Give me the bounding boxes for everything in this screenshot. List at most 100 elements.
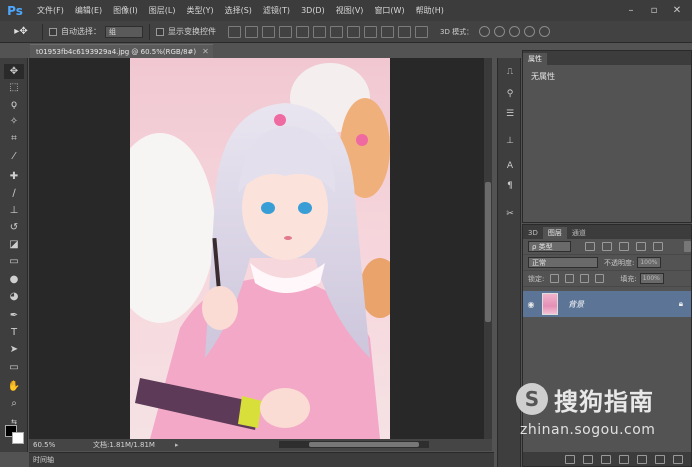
magic-wand-tool-icon[interactable]: ✧: [4, 114, 24, 129]
zoom-level[interactable]: 60.5%: [33, 441, 63, 449]
menu-help[interactable]: 帮助(H): [416, 5, 444, 16]
menu-select[interactable]: 选择(S): [225, 5, 252, 16]
type-filter-icon[interactable]: [619, 242, 630, 251]
adjustment-filter-icon[interactable]: [602, 242, 613, 251]
3d-roll-icon[interactable]: [494, 26, 506, 37]
gradient-tool-icon[interactable]: ▭: [4, 254, 24, 269]
brush-presets-icon[interactable]: ⊥: [503, 135, 517, 147]
eye-icon[interactable]: ◉: [523, 300, 539, 309]
new-group-icon[interactable]: [637, 454, 647, 464]
tool-presets-icon[interactable]: ✂: [503, 208, 517, 220]
horizontal-scrollbar[interactable]: [279, 441, 429, 448]
menu-image[interactable]: 图像(I): [113, 5, 138, 16]
canvas-area[interactable]: [29, 58, 491, 439]
history-brush-tool-icon[interactable]: ↺: [4, 220, 24, 235]
tab-layers[interactable]: 图层: [542, 227, 567, 239]
distribute-bottom-icon[interactable]: [364, 25, 377, 38]
clone-stamp-tool-icon[interactable]: ⊥: [4, 203, 24, 218]
menu-window[interactable]: 窗口(W): [374, 5, 404, 16]
blur-tool-icon[interactable]: ●: [4, 272, 24, 287]
close-document-icon[interactable]: ✕: [202, 47, 209, 56]
3d-rotate-icon[interactable]: [479, 26, 491, 37]
3d-scale-icon[interactable]: [539, 26, 551, 37]
show-transform-checkbox[interactable]: [156, 27, 164, 36]
dodge-tool-icon[interactable]: ◕: [4, 289, 24, 304]
vertical-scrollbar[interactable]: [484, 58, 492, 439]
timeline-panel-tab[interactable]: 时间轴: [29, 452, 494, 467]
properties-panel-icon[interactable]: ☰: [503, 108, 517, 120]
3d-slide-icon[interactable]: [524, 26, 536, 37]
hand-tool-icon[interactable]: ✋: [4, 379, 24, 394]
layer-style-icon[interactable]: [583, 454, 593, 464]
history-panel-icon[interactable]: ⎍: [503, 66, 517, 78]
auto-select-dropdown[interactable]: 组: [105, 25, 143, 38]
document-tab[interactable]: t01953fb4c6193929a4.jpg @ 60.5%(RGB/8#) …: [30, 44, 213, 58]
shape-filter-icon[interactable]: [636, 242, 647, 251]
type-tool-icon[interactable]: T: [4, 325, 24, 340]
pen-tool-icon[interactable]: ✒: [4, 308, 24, 323]
distribute-hcenter-icon[interactable]: [398, 25, 411, 38]
eyedropper-tool-icon[interactable]: ⁄: [4, 149, 24, 164]
adjustments-panel-icon[interactable]: ⚲: [503, 88, 517, 100]
distribute-right-icon[interactable]: [415, 25, 428, 38]
tab-channels[interactable]: 通道: [567, 227, 591, 239]
smart-object-filter-icon[interactable]: [653, 242, 664, 251]
3d-pan-icon[interactable]: [509, 26, 521, 37]
eraser-tool-icon[interactable]: ◪: [4, 237, 24, 252]
adjustment-layer-icon[interactable]: [619, 454, 629, 464]
lock-pixels-icon[interactable]: [565, 274, 575, 283]
align-right-icon[interactable]: [313, 25, 326, 38]
add-mask-icon[interactable]: [601, 454, 611, 464]
close-icon[interactable]: ✕: [666, 0, 688, 21]
healing-brush-tool-icon[interactable]: ✚: [4, 169, 24, 184]
crop-tool-icon[interactable]: ⌗: [4, 131, 24, 146]
move-tool-preset-icon[interactable]: ▸✥: [6, 23, 36, 41]
fill-field[interactable]: 100%: [639, 273, 664, 284]
brush-tool-icon[interactable]: ∕: [4, 186, 24, 201]
move-tool-icon[interactable]: ✥: [4, 64, 24, 79]
distribute-left-icon[interactable]: [381, 25, 394, 38]
document-info[interactable]: 文档:1.81M/1.81M: [93, 440, 155, 450]
auto-select-checkbox[interactable]: [49, 27, 57, 36]
distribute-top-icon[interactable]: [330, 25, 343, 38]
menu-3d[interactable]: 3D(D): [301, 6, 325, 15]
blend-mode-dropdown[interactable]: 正常: [528, 257, 598, 268]
align-top-icon[interactable]: [228, 25, 241, 38]
link-layers-icon[interactable]: [565, 454, 575, 464]
align-left-icon[interactable]: [279, 25, 292, 38]
lock-all-icon[interactable]: [595, 274, 605, 283]
align-vcenter-icon[interactable]: [245, 25, 258, 38]
status-arrow-icon[interactable]: ▸: [175, 441, 179, 449]
scroll-thumb[interactable]: [485, 182, 491, 322]
scroll-thumb[interactable]: [309, 442, 419, 447]
path-selection-tool-icon[interactable]: ➤: [4, 342, 24, 357]
distribute-vcenter-icon[interactable]: [347, 25, 360, 38]
lock-position-icon[interactable]: [580, 274, 590, 283]
maximize-icon[interactable]: ▫: [643, 0, 665, 21]
rectangle-tool-icon[interactable]: ▭: [4, 360, 24, 375]
pixel-filter-icon[interactable]: [585, 242, 596, 251]
menu-type[interactable]: 类型(Y): [186, 5, 213, 16]
align-hcenter-icon[interactable]: [296, 25, 309, 38]
background-color-swatch[interactable]: [12, 432, 24, 444]
delete-layer-icon[interactable]: [673, 454, 683, 464]
filter-toggle[interactable]: [684, 241, 691, 252]
character-panel-icon[interactable]: A: [503, 160, 517, 172]
menu-view[interactable]: 视图(V): [336, 5, 364, 16]
lock-transparent-icon[interactable]: [550, 274, 560, 283]
lasso-tool-icon[interactable]: ϙ: [4, 97, 24, 112]
layer-kind-filter[interactable]: ρ 类型: [528, 241, 572, 252]
paragraph-panel-icon[interactable]: ¶: [503, 180, 517, 192]
align-bottom-icon[interactable]: [262, 25, 275, 38]
menu-file[interactable]: 文件(F): [37, 5, 64, 16]
opacity-field[interactable]: 100%: [637, 257, 662, 268]
tab-3d[interactable]: 3D: [523, 227, 543, 239]
menu-layer[interactable]: 图层(L): [149, 5, 176, 16]
tab-properties[interactable]: 属性: [523, 53, 547, 65]
minimize-icon[interactable]: –: [620, 0, 642, 21]
menu-edit[interactable]: 编辑(E): [75, 5, 102, 16]
menu-filter[interactable]: 滤镜(T): [263, 5, 290, 16]
new-layer-icon[interactable]: [655, 454, 665, 464]
layer-row-background[interactable]: ◉ 背景 🔒︎: [523, 291, 691, 317]
zoom-tool-icon[interactable]: ⌕: [4, 396, 24, 411]
